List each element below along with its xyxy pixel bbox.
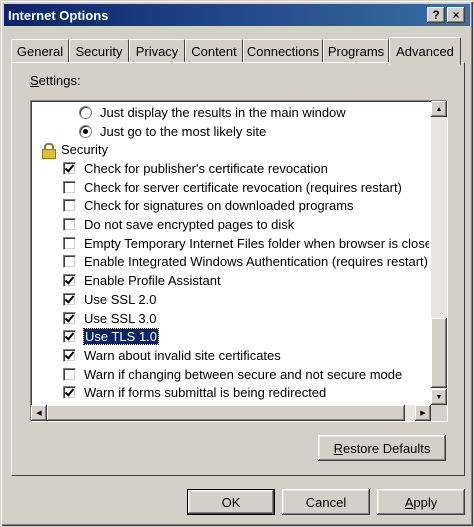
- checkbox-checked[interactable]: [63, 161, 76, 175]
- settings-row-label: Check for publisher's certificate revoca…: [84, 160, 328, 176]
- checkbox-checked[interactable]: [63, 274, 76, 288]
- settings-row[interactable]: Check for server certificate revocation …: [33, 178, 429, 197]
- settings-row[interactable]: Check for publisher's certificate revoca…: [33, 159, 429, 178]
- tab-label: Privacy: [135, 44, 179, 59]
- scroll-up-button[interactable]: ▲: [431, 101, 447, 117]
- help-icon: ?: [432, 8, 440, 22]
- scroll-right-button[interactable]: ▶: [415, 405, 431, 421]
- tab-label: Security: [75, 44, 123, 59]
- settings-row-label: Do not save encrypted pages to disk: [84, 217, 295, 233]
- tab-connections[interactable]: Connections: [243, 39, 323, 63]
- checkbox-unchecked[interactable]: [63, 255, 76, 269]
- checkbox-unchecked[interactable]: [63, 180, 76, 194]
- close-icon: ×: [452, 8, 460, 22]
- restore-defaults-button[interactable]: Restore Defaults: [318, 435, 446, 461]
- arrow-up-icon: ▲: [435, 105, 443, 113]
- cancel-button[interactable]: Cancel: [282, 489, 370, 515]
- tab-label: Advanced: [396, 43, 454, 59]
- scroll-down-button[interactable]: ▼: [431, 389, 447, 405]
- tab-content[interactable]: Content: [185, 39, 243, 63]
- vertical-scroll-thumb[interactable]: [431, 318, 447, 388]
- checkbox-checked[interactable]: [63, 386, 76, 400]
- tab-security[interactable]: Security: [69, 39, 129, 63]
- tab-label: Content: [191, 44, 237, 59]
- settings-listbox[interactable]: Just display the results in the main win…: [30, 100, 448, 422]
- settings-row-label: Enable Profile Assistant: [84, 273, 221, 289]
- help-button[interactable]: ?: [427, 7, 445, 23]
- settings-row-label: Empty Temporary Internet Files folder wh…: [84, 235, 429, 251]
- settings-row[interactable]: Enable Integrated Windows Authentication…: [33, 253, 429, 272]
- close-button[interactable]: ×: [447, 7, 465, 23]
- window-title: Internet Options: [8, 7, 109, 23]
- scroll-corner: [431, 405, 447, 421]
- settings-row-label: Check for signatures on downloaded progr…: [84, 198, 354, 214]
- settings-row-label: Use SSL 2.0: [84, 291, 157, 307]
- checkbox-checked[interactable]: [63, 330, 76, 344]
- tab-advanced[interactable]: Advanced: [389, 37, 461, 65]
- settings-row[interactable]: Warn if changing between secure and not …: [33, 365, 429, 384]
- settings-row[interactable]: Just go to the most likely site: [33, 122, 429, 141]
- tab-programs[interactable]: Programs: [323, 39, 389, 63]
- settings-row[interactable]: Warn about invalid site certificates: [33, 346, 429, 365]
- checkbox-unchecked[interactable]: [63, 367, 76, 381]
- horizontal-scroll-thumb[interactable]: [47, 405, 405, 421]
- vertical-scrollbar[interactable]: ▲ ▼: [431, 101, 447, 405]
- tab-label: General: [16, 44, 64, 59]
- tab-label: Programs: [327, 44, 385, 59]
- settings-row[interactable]: Use TLS 1.0: [33, 327, 429, 346]
- settings-row[interactable]: Check for signatures on downloaded progr…: [33, 197, 429, 216]
- settings-row: Security: [33, 140, 429, 159]
- checkbox-unchecked[interactable]: [63, 218, 76, 232]
- settings-label: Settings:: [30, 73, 81, 88]
- settings-row-label: Use TLS 1.0: [82, 328, 160, 346]
- settings-row-label: Security: [61, 142, 108, 158]
- arrow-down-icon: ▼: [435, 393, 443, 401]
- settings-row[interactable]: Use SSL 2.0: [33, 290, 429, 309]
- settings-row-label: Just go to the most likely site: [100, 123, 267, 139]
- settings-row[interactable]: Enable Profile Assistant: [33, 271, 429, 290]
- settings-row-label: Warn if forms submittal is being redirec…: [84, 385, 327, 401]
- settings-row[interactable]: Empty Temporary Internet Files folder wh…: [33, 234, 429, 253]
- radio-unselected[interactable]: [79, 105, 92, 119]
- lock-icon: [41, 142, 56, 159]
- arrow-right-icon: ▶: [420, 409, 426, 417]
- advanced-panel: Settings: Just display the results in th…: [11, 62, 465, 476]
- checkbox-checked[interactable]: [63, 292, 76, 306]
- tab-general[interactable]: General: [11, 39, 69, 63]
- settings-row[interactable]: Use SSL 3.0: [33, 309, 429, 328]
- settings-row-label: Enable Integrated Windows Authentication…: [84, 254, 428, 270]
- checkbox-unchecked[interactable]: [63, 199, 76, 213]
- settings-row-label: Warn about invalid site certificates: [84, 347, 281, 363]
- radio-selected[interactable]: [79, 124, 92, 138]
- checkbox-checked[interactable]: [63, 348, 76, 362]
- checkbox-unchecked[interactable]: [63, 236, 76, 250]
- scroll-left-button[interactable]: ◀: [31, 405, 47, 421]
- settings-row-label: Check for server certificate revocation …: [84, 179, 402, 195]
- tab-label: Connections: [246, 44, 320, 59]
- settings-row[interactable]: Do not save encrypted pages to disk: [33, 215, 429, 234]
- settings-row-label: Just display the results in the main win…: [100, 104, 346, 120]
- horizontal-scrollbar[interactable]: ◀ ▶: [31, 405, 431, 421]
- title-bar: Internet Options ? ×: [4, 4, 470, 26]
- ok-button[interactable]: OK: [187, 489, 275, 515]
- arrow-left-icon: ◀: [36, 409, 42, 417]
- settings-row[interactable]: Just display the results in the main win…: [33, 103, 429, 122]
- settings-list: Just display the results in the main win…: [33, 103, 429, 403]
- apply-button[interactable]: Apply: [377, 489, 465, 515]
- settings-row-label: Warn if changing between secure and not …: [84, 366, 403, 382]
- checkbox-checked[interactable]: [63, 311, 76, 325]
- tab-strip: General Security Privacy Content Connect…: [11, 37, 465, 65]
- internet-options-window: Internet Options ? × General Security Pr…: [0, 0, 474, 527]
- tab-privacy[interactable]: Privacy: [129, 39, 185, 63]
- settings-row-label: Use SSL 3.0: [84, 310, 157, 326]
- settings-row[interactable]: Warn if forms submittal is being redirec…: [33, 384, 429, 403]
